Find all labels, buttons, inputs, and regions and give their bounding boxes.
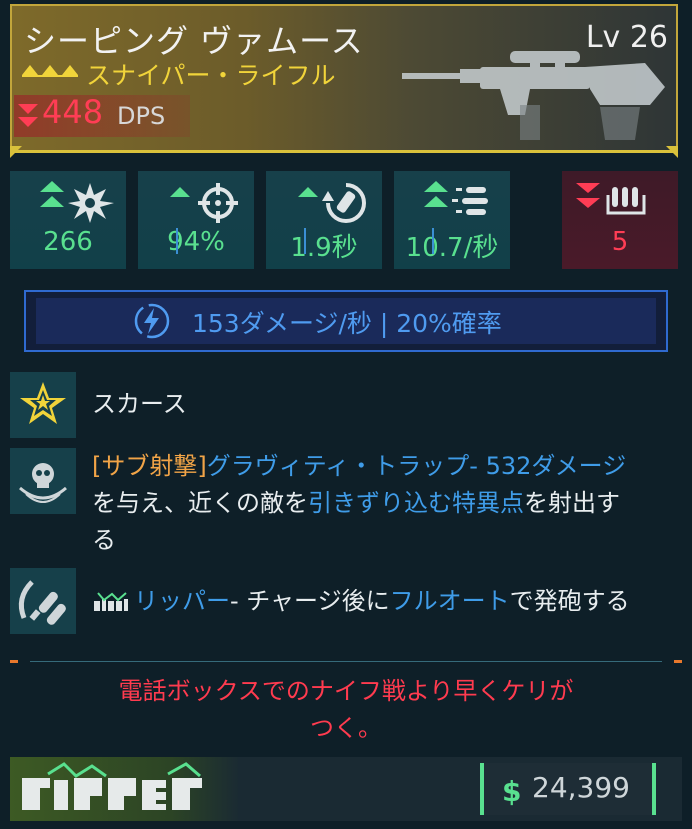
ripper-name: リッパー [134, 587, 230, 615]
shock-lightning-icon [134, 303, 170, 339]
flavor-text: 電話ボックスでのナイフ戦より早くケリが つく。 [70, 673, 622, 747]
weapon-type: スナイパー・ライフル [86, 61, 336, 90]
stat-value-magazine: 5 [611, 227, 629, 257]
dps-label: DPS [117, 102, 166, 130]
flavor-line-1: 電話ボックスでのナイフ戦より早くケリが [118, 677, 574, 705]
stat-value-reload: 1.9秒 [290, 233, 358, 263]
stat-divider [176, 228, 178, 254]
alt-fire-text-b: を射出す [524, 489, 620, 517]
alt-fire-tag: [サブ射撃] [92, 452, 207, 480]
ripper-text-a: - チャージ後に [230, 587, 390, 615]
dps-down-arrow-icon [18, 104, 38, 127]
stat-fire-rate: 10.7/秒 [394, 171, 510, 269]
divider-dash-right [674, 660, 682, 663]
scarce-icon-box [10, 372, 76, 438]
reload-time-icon [298, 183, 366, 223]
ripper-bullets-icon [18, 580, 66, 625]
stat-value-accuracy: 94% [167, 227, 225, 257]
header-underline [10, 150, 678, 153]
dollar-icon: $ [502, 775, 522, 808]
flavor-divider [30, 661, 662, 662]
stat-value-fire-rate: 10.7/秒 [405, 233, 499, 263]
ripper-icon-box [10, 568, 76, 634]
stat-reload: 1.9秒 [266, 171, 382, 269]
ripper-logo-icon [22, 762, 202, 810]
elemental-damage-text: 153ダメージ/秒 | 20%確率 [192, 309, 502, 338]
ripper-text-b: で発砲する [509, 587, 630, 615]
fire-rate-icon [424, 181, 488, 215]
sniper-rifle-icon [402, 51, 665, 140]
weapon-level: Lv 26 [585, 20, 668, 55]
dps-value: 448 [42, 93, 104, 131]
stat-value-damage: 266 [43, 227, 93, 257]
crosshair-accuracy-icon [170, 183, 238, 223]
alt-fire-singularity: 引きずり込む特異点 [308, 489, 524, 517]
alt-fire-text-c: る [92, 526, 116, 554]
ripper-full-auto: フルオート [389, 587, 510, 615]
alt-fire-description: [サブ射撃]グラヴィティ・トラップ- 532ダメージ を与え、近くの敵を引きずり… [92, 448, 672, 559]
price-value: 24,399 [532, 771, 630, 804]
stat-divider [432, 228, 434, 254]
weapon-card: シーピング ヴァムース Lv 26 スナイパー・ライフル 448 DPS 266 [0, 0, 692, 829]
scarce-label: スカース [92, 390, 187, 418]
price-accent-right [652, 763, 656, 815]
rarity-chevrons-icon [22, 65, 78, 77]
flavor-line-2: つく。 [310, 714, 382, 742]
stat-damage: 266 [10, 171, 126, 269]
ripper-description: リッパー- チャージ後にフルオートで発砲する [92, 583, 630, 620]
stat-magazine: 5 [562, 171, 678, 269]
magazine-ammo-icon [576, 183, 646, 215]
ripper-brand-mini-icon [94, 592, 128, 611]
damage-burst-icon [40, 181, 114, 223]
stat-divider [304, 228, 306, 254]
price-accent-left [480, 763, 484, 815]
divider-dash-left [10, 660, 18, 663]
alt-fire-name: グラヴィティ・トラップ [206, 452, 470, 480]
alt-fire-text-a: を与え、近くの敵を [92, 489, 308, 517]
stat-accuracy: 94% [138, 171, 254, 269]
header-corner-right [666, 146, 678, 158]
alt-fire-icon-box [10, 448, 76, 514]
alt-fire-damage: 532ダメージ [485, 452, 627, 480]
alt-fire-dash: - [469, 452, 486, 480]
star-scarce-icon [20, 382, 66, 424]
skull-gravity-icon [19, 463, 67, 503]
header-corner-left [10, 146, 22, 158]
